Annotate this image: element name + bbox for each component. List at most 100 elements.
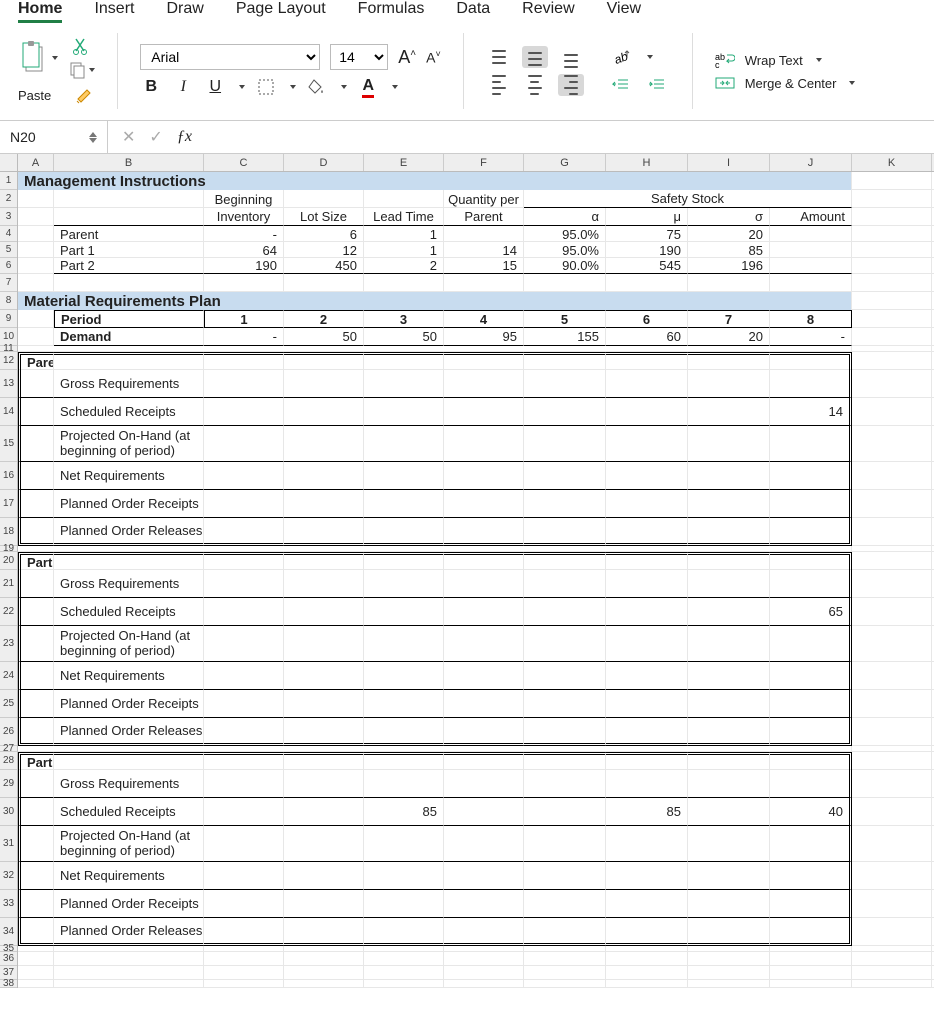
cell-C26[interactable]	[204, 718, 284, 746]
cell-B10[interactable]: Demand	[54, 328, 204, 346]
col-header-A[interactable]: A	[18, 154, 54, 171]
row-header-8[interactable]: 8	[0, 292, 17, 310]
cell-H25[interactable]	[606, 690, 688, 718]
cell-B30[interactable]: Scheduled Receipts	[54, 798, 204, 826]
row-header-31[interactable]: 31	[0, 826, 17, 862]
cell-C5[interactable]: 64	[204, 242, 284, 258]
cell-K18[interactable]	[852, 518, 932, 546]
tab-home[interactable]: Home	[18, 0, 62, 23]
decrease-indent-icon[interactable]	[608, 74, 634, 96]
cell-B29[interactable]: Gross Requirements	[54, 770, 204, 798]
cell-J30[interactable]: 40	[770, 798, 852, 826]
cell-E12[interactable]	[364, 352, 444, 370]
cell-A9[interactable]	[18, 310, 54, 328]
row-header-32[interactable]: 32	[0, 862, 17, 890]
row-header-15[interactable]: 15	[0, 426, 17, 462]
cell-G34[interactable]	[524, 918, 606, 946]
row-header-2[interactable]: 2	[0, 190, 17, 208]
cell-J12[interactable]	[770, 352, 852, 370]
cell-I5[interactable]: 85	[688, 242, 770, 258]
cell-D3[interactable]: Lot Size	[284, 208, 364, 226]
cell-G9[interactable]: 5	[524, 310, 606, 328]
cell-B3[interactable]	[54, 208, 204, 226]
cell-K29[interactable]	[852, 770, 932, 798]
cell-A15[interactable]	[18, 426, 54, 462]
cell-C33[interactable]	[204, 890, 284, 918]
cell-I29[interactable]	[688, 770, 770, 798]
cell-F24[interactable]	[444, 662, 524, 690]
cell-J31[interactable]	[770, 826, 852, 862]
row-header-9[interactable]: 9	[0, 310, 17, 328]
cell-B23[interactable]: Projected On-Hand (at beginning of perio…	[54, 626, 204, 662]
col-header-D[interactable]: D	[284, 154, 364, 171]
cell-J33[interactable]	[770, 890, 852, 918]
cell-J20[interactable]	[770, 552, 852, 570]
cell-H16[interactable]	[606, 462, 688, 490]
cell-E24[interactable]	[364, 662, 444, 690]
cell-K12[interactable]	[852, 352, 932, 370]
font-color-button[interactable]: A	[357, 76, 379, 98]
tab-review[interactable]: Review	[522, 0, 574, 20]
cell-K37[interactable]	[852, 966, 932, 980]
cell-A23[interactable]	[18, 626, 54, 662]
cell-J26[interactable]	[770, 718, 852, 746]
cell-I18[interactable]	[688, 518, 770, 546]
decrease-font-icon[interactable]: A˅	[426, 49, 441, 66]
cell-B34[interactable]: Planned Order Releases	[54, 918, 204, 946]
row-header-12[interactable]: 12	[0, 352, 17, 370]
cell-B36[interactable]	[54, 952, 204, 966]
cell-H14[interactable]	[606, 398, 688, 426]
cell-J9[interactable]: 8	[770, 310, 852, 328]
cell-E33[interactable]	[364, 890, 444, 918]
cell-G16[interactable]	[524, 462, 606, 490]
cell-B33[interactable]: Planned Order Receipts	[54, 890, 204, 918]
fill-color-button[interactable]	[306, 76, 328, 98]
cell-D5[interactable]: 12	[284, 242, 364, 258]
cell-J17[interactable]	[770, 490, 852, 518]
cell-A4[interactable]	[18, 226, 54, 242]
cell-F6[interactable]: 15	[444, 258, 524, 274]
copy-icon[interactable]	[68, 61, 95, 79]
cell-F14[interactable]	[444, 398, 524, 426]
cell-B32[interactable]: Net Requirements	[54, 862, 204, 890]
format-painter-icon[interactable]	[75, 85, 95, 105]
cell-G31[interactable]	[524, 826, 606, 862]
cell-K4[interactable]	[852, 226, 932, 242]
cell-G22[interactable]	[524, 598, 606, 626]
cell-A5[interactable]	[18, 242, 54, 258]
cell-E5[interactable]: 1	[364, 242, 444, 258]
cell-D31[interactable]	[284, 826, 364, 862]
cell-E2[interactable]	[364, 190, 444, 208]
row-header-18[interactable]: 18	[0, 518, 17, 546]
row-header-29[interactable]: 29	[0, 770, 17, 798]
row-header-3[interactable]: 3	[0, 208, 17, 226]
cell-C38[interactable]	[204, 980, 284, 988]
cell-D38[interactable]	[284, 980, 364, 988]
cell-G29[interactable]	[524, 770, 606, 798]
cell-K21[interactable]	[852, 570, 932, 598]
tab-page-layout[interactable]: Page Layout	[236, 0, 326, 20]
cell-F4[interactable]	[444, 226, 524, 242]
cell-K23[interactable]	[852, 626, 932, 662]
tab-draw[interactable]: Draw	[166, 0, 203, 20]
cell-F32[interactable]	[444, 862, 524, 890]
cell-H38[interactable]	[606, 980, 688, 988]
cell-J22[interactable]: 65	[770, 598, 852, 626]
cell-H12[interactable]	[606, 352, 688, 370]
cell-D30[interactable]	[284, 798, 364, 826]
cell-B9[interactable]: Period	[54, 310, 204, 328]
cell-K32[interactable]	[852, 862, 932, 890]
cell-K16[interactable]	[852, 462, 932, 490]
cell-A8[interactable]: Material Requirements Plan	[18, 292, 852, 310]
cell-E31[interactable]	[364, 826, 444, 862]
cell-F16[interactable]	[444, 462, 524, 490]
col-header-H[interactable]: H	[606, 154, 688, 171]
cell-E25[interactable]	[364, 690, 444, 718]
cell-C25[interactable]	[204, 690, 284, 718]
cell-I26[interactable]	[688, 718, 770, 746]
cell-K13[interactable]	[852, 370, 932, 398]
cell-A22[interactable]	[18, 598, 54, 626]
cell-D13[interactable]	[284, 370, 364, 398]
cell-B25[interactable]: Planned Order Receipts	[54, 690, 204, 718]
cell-H3[interactable]: μ	[606, 208, 688, 226]
